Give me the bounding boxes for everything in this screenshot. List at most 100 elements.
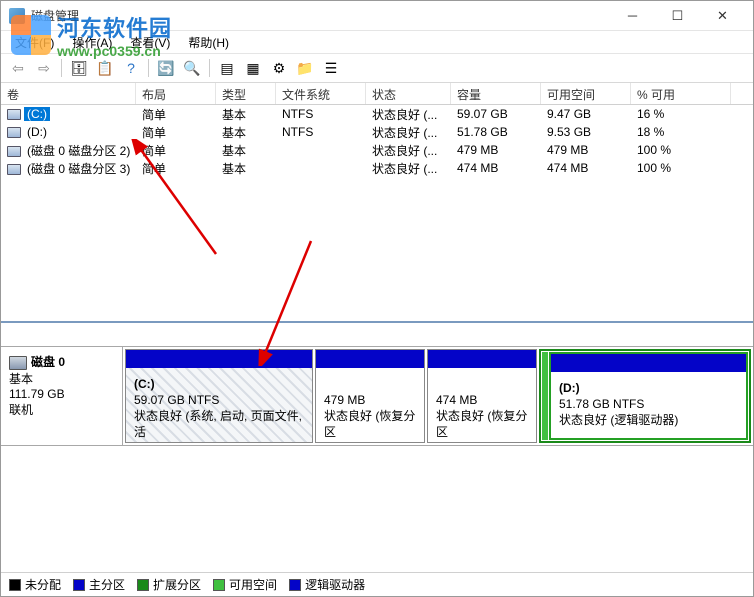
partition-label: (D:): [559, 381, 580, 395]
volume-name: (D:): [24, 125, 50, 139]
cell-free: 479 MB: [541, 142, 631, 158]
cell-fs: NTFS: [276, 124, 366, 140]
menu-file[interactable]: 文件(F): [7, 32, 62, 53]
disk-state: 联机: [9, 401, 114, 418]
cell-pct: 18 %: [631, 124, 731, 140]
disk-info[interactable]: 磁盘 0 基本 111.79 GB 联机: [1, 347, 123, 445]
legend-primary: 主分区: [73, 576, 125, 593]
list-view-button[interactable]: ☰: [320, 57, 342, 79]
partition-size: 479 MB: [324, 393, 365, 407]
partition-size: 474 MB: [436, 393, 477, 407]
menu-action[interactable]: 操作(A): [64, 32, 120, 53]
col-free[interactable]: 可用空间: [541, 83, 631, 104]
partition-header: [126, 350, 312, 368]
partition-header: [551, 354, 746, 372]
volume-row[interactable]: (磁盘 0 磁盘分区 2) 简单 基本 状态良好 (... 479 MB 479…: [1, 141, 753, 159]
partition-status: 状态良好 (恢复分区: [436, 409, 527, 439]
cell-fs: [276, 149, 366, 151]
close-button[interactable]: ✕: [700, 2, 745, 30]
partition-size: 59.07 GB NTFS: [134, 393, 219, 407]
partition-label: (C:): [134, 377, 155, 391]
rescan-button[interactable]: 🔍: [181, 57, 203, 79]
menubar: 文件(F) 操作(A) 查看(V) 帮助(H): [1, 31, 753, 53]
cell-free: 9.53 GB: [541, 124, 631, 140]
refresh-button[interactable]: 🔄: [155, 57, 177, 79]
cell-fs: NTFS: [276, 106, 366, 122]
cell-layout: 简单: [136, 123, 216, 142]
partition-d[interactable]: (D:) 51.78 GB NTFS 状态良好 (逻辑驱动器): [549, 352, 748, 440]
legend: 未分配 主分区 扩展分区 可用空间 逻辑驱动器: [1, 572, 753, 596]
volume-row[interactable]: (C:) 简单 基本 NTFS 状态良好 (... 59.07 GB 9.47 …: [1, 105, 753, 123]
properties-button[interactable]: 📋: [94, 57, 116, 79]
partition-size: 51.78 GB NTFS: [559, 397, 644, 411]
console-tree-button[interactable]: 🗄: [68, 57, 90, 79]
legend-unallocated: 未分配: [9, 576, 61, 593]
disk-type: 基本: [9, 370, 114, 387]
extended-free-space: [542, 352, 548, 440]
drive-icon: [7, 146, 21, 157]
cell-pct: 16 %: [631, 106, 731, 122]
view-top-button[interactable]: ▤: [216, 57, 238, 79]
col-fs[interactable]: 文件系统: [276, 83, 366, 104]
legend-free: 可用空间: [213, 576, 277, 593]
action-button[interactable]: 📁: [294, 57, 316, 79]
help-button[interactable]: ?: [120, 57, 142, 79]
partition-recovery-1[interactable]: 479 MB 状态良好 (恢复分区: [315, 349, 425, 443]
minimize-button[interactable]: ─: [610, 2, 655, 30]
volume-list: 卷 布局 类型 文件系统 状态 容量 可用空间 % 可用 (C:) 简单 基本 …: [1, 83, 753, 323]
volume-row[interactable]: (D:) 简单 基本 NTFS 状态良好 (... 51.78 GB 9.53 …: [1, 123, 753, 141]
volume-row[interactable]: (磁盘 0 磁盘分区 3) 简单 基本 状态良好 (... 474 MB 474…: [1, 159, 753, 177]
partition-recovery-2[interactable]: 474 MB 状态良好 (恢复分区: [427, 349, 537, 443]
partition-header: [316, 350, 424, 368]
volume-name: (C:): [24, 107, 50, 121]
disk-label: 磁盘 0: [31, 355, 65, 369]
volume-name: (磁盘 0 磁盘分区 3): [24, 160, 133, 177]
partition-header: [428, 350, 536, 368]
partition-c[interactable]: (C:) 59.07 GB NTFS 状态良好 (系统, 启动, 页面文件, 活: [125, 349, 313, 443]
cell-layout: 简单: [136, 105, 216, 124]
col-capacity[interactable]: 容量: [451, 83, 541, 104]
cell-capacity: 474 MB: [451, 160, 541, 176]
app-icon: [9, 8, 25, 24]
disk-strip: 磁盘 0 基本 111.79 GB 联机 (C:) 59.07 GB NTFS …: [1, 346, 753, 446]
disk-partitions: (C:) 59.07 GB NTFS 状态良好 (系统, 启动, 页面文件, 活…: [123, 347, 753, 445]
view-bottom-button[interactable]: ▦: [242, 57, 264, 79]
cell-free: 474 MB: [541, 160, 631, 176]
cell-pct: 100 %: [631, 160, 731, 176]
volume-name: (磁盘 0 磁盘分区 2): [24, 142, 133, 159]
window-title: 磁盘管理: [31, 7, 610, 24]
cell-layout: 简单: [136, 141, 216, 160]
forward-button[interactable]: ⇨: [33, 57, 55, 79]
menu-help[interactable]: 帮助(H): [180, 32, 237, 53]
settings-button[interactable]: ⚙: [268, 57, 290, 79]
col-volume[interactable]: 卷: [1, 83, 136, 104]
col-status[interactable]: 状态: [366, 83, 451, 104]
toolbar: ⇦ ⇨ 🗄 📋 ? 🔄 🔍 ▤ ▦ ⚙ 📁 ☰: [1, 53, 753, 83]
extended-partition: (D:) 51.78 GB NTFS 状态良好 (逻辑驱动器): [539, 349, 751, 443]
back-button[interactable]: ⇦: [7, 57, 29, 79]
disk-pane: 磁盘 0 基本 111.79 GB 联机 (C:) 59.07 GB NTFS …: [1, 346, 753, 546]
partition-status: 状态良好 (恢复分区: [324, 409, 415, 439]
cell-type: 基本: [216, 123, 276, 142]
disk-icon: [9, 356, 27, 370]
col-pct[interactable]: % 可用: [631, 83, 731, 104]
drive-icon: [7, 109, 21, 120]
volume-header: 卷 布局 类型 文件系统 状态 容量 可用空间 % 可用: [1, 83, 753, 105]
cell-status: 状态良好 (...: [366, 141, 451, 160]
titlebar: 磁盘管理 ─ ☐ ✕: [1, 1, 753, 31]
drive-icon: [7, 127, 21, 138]
legend-logical: 逻辑驱动器: [289, 576, 365, 593]
col-type[interactable]: 类型: [216, 83, 276, 104]
maximize-button[interactable]: ☐: [655, 2, 700, 30]
cell-status: 状态良好 (...: [366, 105, 451, 124]
partition-status: 状态良好 (系统, 启动, 页面文件, 活: [134, 409, 302, 439]
cell-status: 状态良好 (...: [366, 159, 451, 178]
cell-layout: 简单: [136, 159, 216, 178]
partition-status: 状态良好 (逻辑驱动器): [559, 413, 678, 427]
drive-icon: [7, 164, 21, 175]
cell-type: 基本: [216, 159, 276, 178]
cell-free: 9.47 GB: [541, 106, 631, 122]
col-layout[interactable]: 布局: [136, 83, 216, 104]
cell-capacity: 59.07 GB: [451, 106, 541, 122]
menu-view[interactable]: 查看(V): [122, 32, 178, 53]
